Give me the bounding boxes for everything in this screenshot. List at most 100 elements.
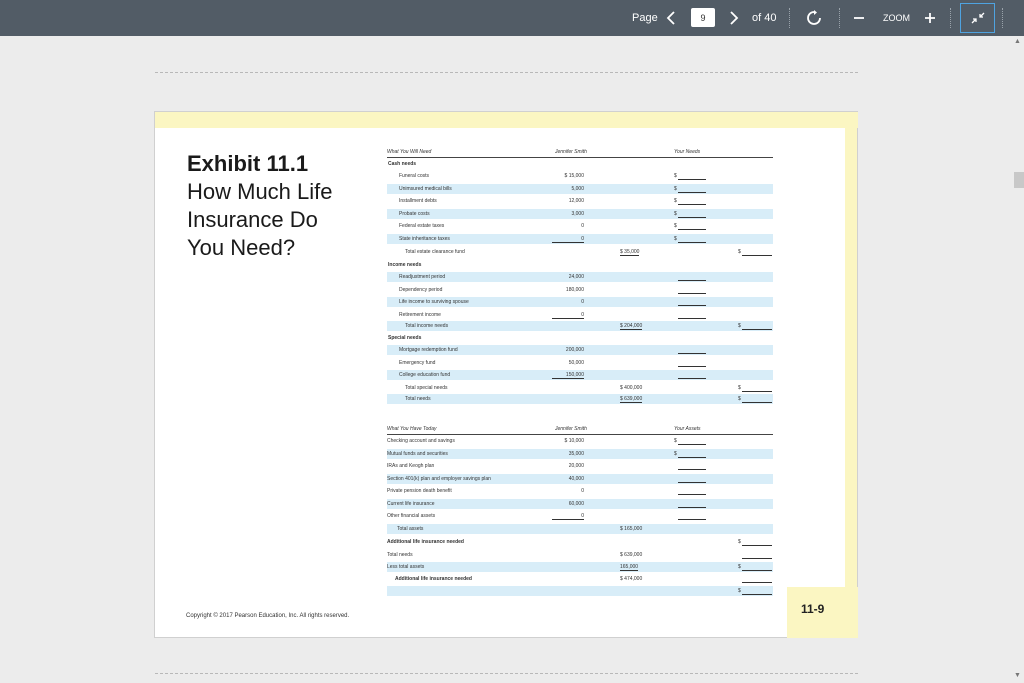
header-rule [387, 157, 773, 158]
input-line[interactable] [678, 179, 706, 180]
row-value: 0 [552, 312, 584, 319]
input-line[interactable] [742, 391, 772, 392]
row-label: Other financial assets [387, 513, 436, 519]
row-value: 200,000 [565, 347, 584, 353]
row-label: Mutual funds and securities [387, 450, 448, 457]
your-dollar: $ [738, 539, 741, 545]
input-line[interactable] [678, 241, 706, 243]
your-dollar: $ [738, 588, 741, 594]
input-line[interactable] [742, 329, 772, 330]
scroll-down-icon[interactable]: ▼ [1014, 672, 1021, 679]
row-label: Total special needs [405, 385, 448, 391]
row-label: College education fund [399, 372, 451, 378]
input-line[interactable] [742, 255, 772, 256]
row-label: Federal estate taxes [399, 223, 445, 229]
row-value: 0 [581, 223, 584, 229]
your-dollar: $ [674, 198, 677, 204]
row-value: 20,000 [568, 463, 584, 469]
scroll-thumb[interactable] [1014, 172, 1024, 188]
scroll-up-icon[interactable]: ▲ [1014, 38, 1021, 45]
table-row: Less total assets 165,000 $ [387, 562, 773, 572]
input-line[interactable] [742, 558, 772, 559]
table-row: Unimsured medical bills 5,000 $ [387, 183, 773, 194]
input-line[interactable] [678, 378, 706, 379]
row-label: Life income to surviving spouse [399, 299, 469, 305]
total-value: 165,000 [620, 564, 639, 571]
row-value: 3,000 [571, 210, 584, 217]
input-line[interactable] [742, 570, 772, 571]
rotate-icon[interactable] [806, 0, 822, 36]
input-line[interactable] [678, 469, 706, 470]
input-line[interactable] [742, 545, 772, 546]
input-line[interactable] [678, 191, 706, 193]
row-value: 0 [581, 488, 584, 494]
input-line[interactable] [678, 481, 706, 483]
table-row: Total special needs $ 400,000 $ [387, 383, 773, 393]
row-value: 180,000 [565, 286, 584, 293]
table-row: Checking account and savings $ 10,000 $ [387, 436, 773, 446]
table-row: Life income to surviving spouse 0 [387, 297, 773, 307]
table-row: Funeral costs $ 15,000 $ [387, 171, 773, 181]
input-line[interactable] [742, 402, 772, 403]
table-row: Mortgage redemption fund 200,000 [387, 345, 773, 355]
total-value: $ 35,000 [620, 249, 640, 256]
input-line[interactable] [742, 594, 772, 595]
row-value: 0 [552, 513, 584, 520]
row-label: Additional life insurance needed [395, 576, 472, 582]
row-label: Unimsured medical bills [399, 185, 452, 192]
column-header: What You Will Need [387, 149, 432, 155]
input-line[interactable] [678, 305, 706, 306]
table-row: Installment debts 12,000 $ [387, 196, 773, 206]
row-label: Total income needs [405, 323, 449, 329]
table-row: Readjustment period 24,000 [387, 272, 773, 282]
page-break-line [155, 72, 858, 73]
row-label: Checking account and savings [387, 438, 455, 444]
exhibit-label: Exhibit 11.1 [187, 151, 309, 176]
input-line[interactable] [678, 280, 706, 281]
row-label: Emergency fund [399, 359, 436, 366]
your-dollar: $ [674, 223, 677, 229]
row-value: 0 [581, 299, 584, 305]
page-number-input[interactable]: 9 [691, 8, 715, 27]
your-dollar: $ [674, 450, 677, 457]
total-value: $ 639,000 [620, 552, 643, 558]
input-line[interactable] [678, 317, 706, 319]
exit-fullscreen-icon[interactable] [960, 3, 995, 33]
table-row: Total assets $ 165,000 [387, 524, 773, 534]
your-dollar: $ [738, 323, 741, 329]
input-line[interactable] [678, 519, 706, 520]
input-line[interactable] [678, 456, 706, 458]
row-label: Readjustment period [399, 274, 446, 280]
slide-right-band [845, 112, 857, 638]
row-value: 0 [552, 236, 584, 243]
input-line[interactable] [678, 494, 706, 495]
row-value: 12,000 [568, 198, 584, 204]
input-line[interactable] [678, 353, 706, 354]
total-value: $ 165,000 [620, 526, 643, 532]
section-row: Additional life insurance needed $ [387, 537, 773, 547]
input-line[interactable] [678, 365, 706, 367]
page-label: Page [632, 12, 658, 24]
minus-icon[interactable] [853, 0, 865, 36]
table-row: IRAs and Keogh plan 20,000 [387, 461, 773, 471]
input-line[interactable] [678, 444, 706, 445]
input-line[interactable] [678, 204, 706, 205]
row-label: State inheritance taxes [399, 235, 450, 242]
input-line[interactable] [678, 506, 706, 508]
input-line[interactable] [742, 582, 772, 583]
column-header: Your Needs [674, 149, 701, 155]
total-value: $ 400,000 [620, 385, 643, 391]
chevron-left-icon[interactable] [666, 0, 676, 36]
table-row: $ [387, 586, 773, 596]
column-header: Jennifer Smith [555, 426, 587, 432]
input-line[interactable] [678, 216, 706, 218]
your-dollar: $ [674, 185, 677, 192]
section-row: Special needs [387, 333, 773, 343]
plus-icon[interactable] [924, 0, 936, 36]
vertical-scrollbar[interactable]: ▲ ▼ [1012, 36, 1024, 683]
input-line[interactable] [678, 229, 706, 230]
header-rule [387, 434, 773, 435]
your-dollar: $ [738, 564, 741, 570]
chevron-right-icon[interactable] [729, 0, 739, 36]
input-line[interactable] [678, 292, 706, 294]
